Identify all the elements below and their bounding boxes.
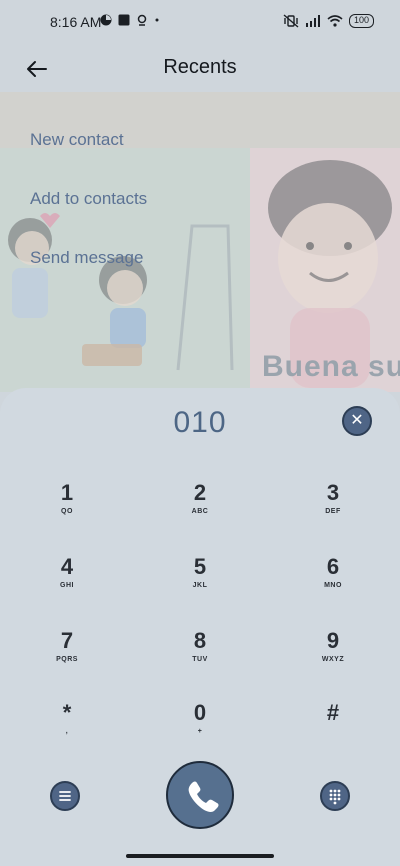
- dialer-menu-button[interactable]: [50, 781, 80, 811]
- key-digit: 3: [326, 480, 340, 505]
- square-icon: [118, 14, 130, 26]
- key-digit: 9: [326, 628, 340, 653]
- key-digit: *: [62, 700, 72, 725]
- key-letters: TUV: [192, 656, 208, 663]
- clear-number-button[interactable]: ✕: [342, 406, 372, 436]
- call-button[interactable]: [166, 761, 234, 829]
- key-digit: 4: [60, 554, 74, 579]
- key-letters: +: [197, 728, 203, 735]
- dialpad-icon: [329, 789, 341, 805]
- new-contact-option[interactable]: New contact: [30, 110, 124, 169]
- key-digit: 6: [326, 554, 340, 579]
- key-letters: PQRS: [56, 656, 78, 663]
- key-digit: 0: [193, 700, 207, 725]
- wifi-icon: [327, 15, 343, 27]
- key-star[interactable]: * ,: [17, 700, 117, 760]
- add-to-contacts-option[interactable]: Add to contacts: [30, 169, 147, 228]
- key-letters: JKL: [192, 582, 208, 589]
- page-title: Recents: [163, 56, 237, 78]
- send-message-option[interactable]: Send message: [30, 228, 143, 287]
- key-hash[interactable]: #: [283, 700, 383, 760]
- key-letters: QO: [61, 508, 73, 515]
- hamburger-menu-icon: [59, 791, 71, 801]
- key-digit: 8: [193, 628, 207, 653]
- key-letters: ,: [65, 728, 69, 735]
- status-bar: 8:16 AM 100: [0, 0, 400, 44]
- phone-icon: [188, 781, 219, 812]
- status-left-icons: [100, 14, 160, 26]
- key-8[interactable]: 8 TUV: [150, 628, 250, 688]
- key-4[interactable]: 4 GHI: [17, 554, 117, 614]
- key-2[interactable]: 2 ABC: [150, 480, 250, 540]
- dialpad-toggle-button[interactable]: [320, 781, 350, 811]
- vibrate-off-icon: [283, 14, 299, 28]
- key-3[interactable]: 3 DEF: [283, 480, 383, 540]
- location-icon: [137, 14, 147, 26]
- key-digit: 1: [60, 480, 74, 505]
- contact-actions-menu: New contact Add to contacts Send message: [30, 110, 147, 287]
- key-digit: 7: [60, 628, 74, 653]
- wallpaper-text: Buena su: [262, 350, 400, 383]
- status-right-icons: 100: [283, 14, 374, 28]
- battery-icon: 100: [348, 14, 374, 28]
- key-digit: 2: [193, 480, 207, 505]
- signal-icon: [305, 15, 320, 27]
- key-5[interactable]: 5 JKL: [150, 554, 250, 614]
- dialer-panel: 010 ✕ 1 QO 2 ABC 3 DEF 4 GHI 5 JKL 6 MNO: [0, 388, 400, 866]
- status-time: 8:16 AM: [50, 14, 102, 30]
- close-icon: ✕: [350, 412, 364, 429]
- key-digit: 5: [193, 554, 207, 579]
- key-6[interactable]: 6 MNO: [283, 554, 383, 614]
- home-indicator[interactable]: [126, 854, 274, 858]
- header: Recents: [0, 44, 400, 92]
- key-letters: MNO: [324, 582, 342, 589]
- key-digit: #: [326, 700, 340, 725]
- key-7[interactable]: 7 PQRS: [17, 628, 117, 688]
- dot-icon: [155, 18, 159, 22]
- key-letters: WXYZ: [321, 656, 345, 663]
- key-letters: ABC: [191, 508, 209, 515]
- key-0[interactable]: 0 +: [150, 700, 250, 760]
- key-letters: GHI: [60, 582, 74, 589]
- dialed-number: 010: [173, 406, 227, 439]
- pie-icon: [100, 14, 112, 26]
- key-1[interactable]: 1 QO: [17, 480, 117, 540]
- key-letters: DEF: [325, 508, 341, 515]
- key-9[interactable]: 9 WXYZ: [283, 628, 383, 688]
